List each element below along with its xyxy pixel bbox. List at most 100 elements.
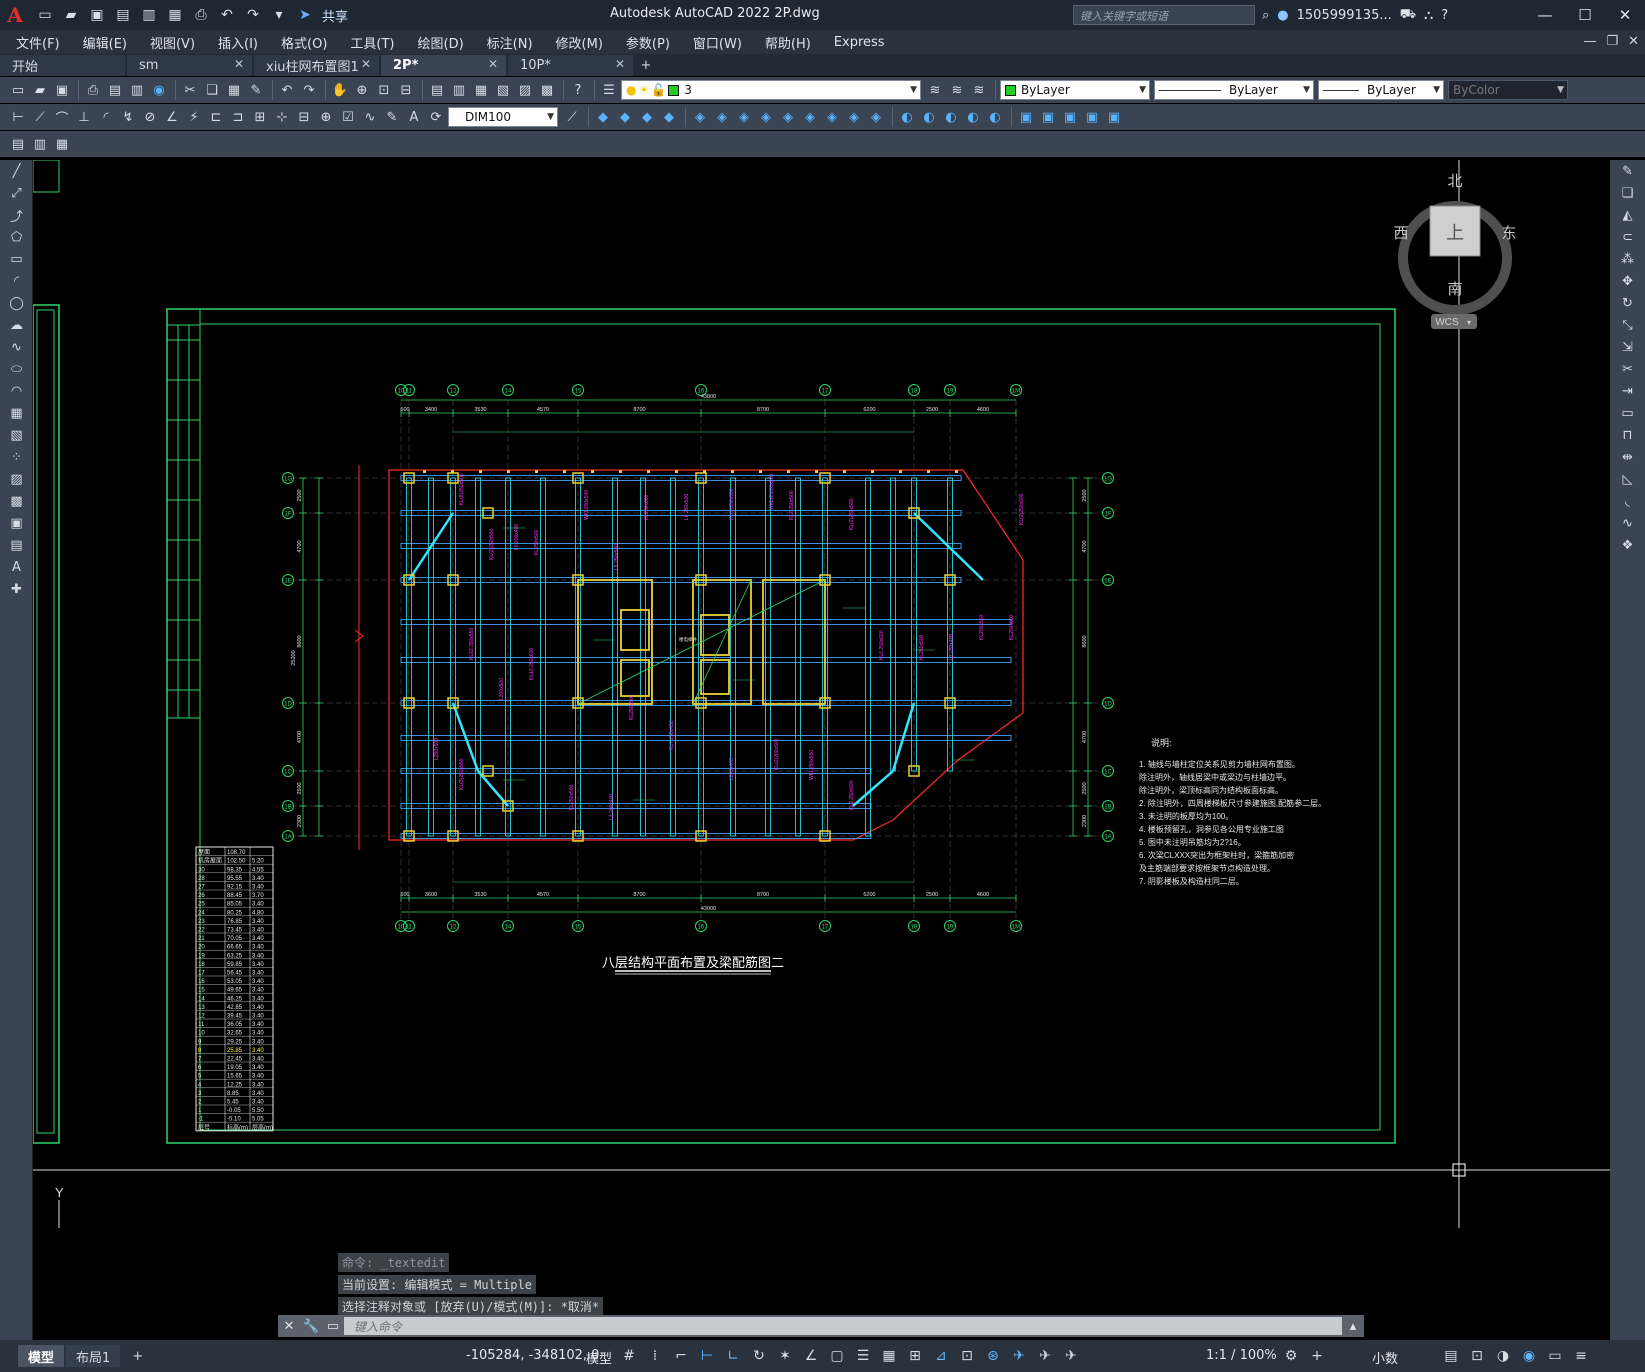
new-icon[interactable]: ▭ (8, 80, 28, 100)
redo-icon[interactable]: ↷ (242, 4, 264, 26)
modify-tool-21-icon[interactable]: ▣ (1060, 107, 1080, 127)
explode-icon[interactable]: ❖ (1610, 534, 1645, 556)
object-snap-icon[interactable]: ▢ (824, 1344, 850, 1368)
preview-icon[interactable]: ▤ (105, 80, 125, 100)
layout1-tab[interactable]: 布局1 (66, 1345, 121, 1367)
undo-icon[interactable]: ↶ (216, 4, 238, 26)
user-account[interactable]: 1505999135... (1297, 8, 1392, 23)
plotstyle-dropdown[interactable]: ByColor ▼ (1448, 80, 1568, 100)
color-dropdown[interactable]: ByLayer ▼ (1000, 80, 1150, 100)
copy-object-icon[interactable]: ❏ (1610, 182, 1645, 204)
recent-commands-icon[interactable]: ▭ (322, 1315, 344, 1337)
tolerance-icon[interactable]: ⊟ (294, 107, 314, 127)
model-space-toggle[interactable]: 模型 (586, 1348, 612, 1367)
tab-sm[interactable]: sm ✕ (127, 55, 252, 76)
search-input[interactable]: 键入关键字或短语 (1073, 5, 1255, 25)
break-at-point-icon[interactable]: ▭ (1610, 402, 1645, 424)
fillet-icon[interactable]: ◟ (1610, 490, 1645, 512)
modify-tool-12-icon[interactable]: ◈ (844, 107, 864, 127)
hardware-acceleration-icon[interactable]: ◉ (1516, 1344, 1542, 1368)
tab-10p[interactable]: 10P* ✕ (508, 55, 633, 76)
array-icon[interactable]: ⁂ (1610, 248, 1645, 270)
customize-wrench-icon[interactable]: 🔧 (300, 1315, 322, 1337)
grid-icon[interactable]: # (616, 1344, 642, 1368)
save-icon[interactable]: ▣ (86, 4, 108, 26)
menu-parametric[interactable]: 参数(P) (626, 33, 670, 52)
publish-icon[interactable]: ▥ (127, 80, 147, 100)
diameter-dim-icon[interactable]: ⊘ (140, 107, 160, 127)
modify-tool-8-icon[interactable]: ◈ (756, 107, 776, 127)
linetype-dropdown[interactable]: ByLayer ▼ (1154, 80, 1314, 100)
ellipse-arc-icon[interactable]: ◠ (0, 380, 33, 402)
insert-block-icon[interactable]: ▦ (0, 402, 33, 424)
tab-xiu[interactable]: xiu柱网布置图1 ✕ (254, 55, 379, 76)
properties-icon[interactable]: ▤ (427, 80, 447, 100)
menu-file[interactable]: 文件(F) (16, 33, 60, 52)
markup-icon[interactable]: ▨ (515, 80, 535, 100)
modify-tool-10-icon[interactable]: ◈ (800, 107, 820, 127)
modify-tool-16-icon[interactable]: ◐ (941, 107, 961, 127)
doc-minimize-icon[interactable]: — (1583, 34, 1596, 49)
arc-icon[interactable]: ◜ (0, 270, 33, 292)
compass-west[interactable]: 西 (1393, 224, 1408, 242)
isolate-objects-icon[interactable]: ◑ (1490, 1344, 1516, 1368)
open-web-icon[interactable]: ▥ (138, 4, 160, 26)
print-icon[interactable]: ⎙ (190, 4, 212, 26)
trim-icon[interactable]: ✂ (1610, 358, 1645, 380)
lineweight-icon[interactable]: ☰ (850, 1344, 876, 1368)
menu-dimension[interactable]: 标注(N) (487, 33, 533, 52)
multiline-text-icon[interactable]: A (0, 556, 33, 578)
auto-scale-icon[interactable]: ✈ (1058, 1344, 1084, 1368)
dim-break-icon[interactable]: ⊹ (272, 107, 292, 127)
minimize-icon[interactable]: — (1525, 0, 1565, 30)
revision-cloud-icon[interactable]: ☁ (0, 314, 33, 336)
dim-style-icon[interactable]: ⟋ (562, 107, 582, 127)
rectangle-icon[interactable]: ▭ (0, 248, 33, 270)
polyline-icon[interactable]: ⤴ (0, 204, 33, 226)
dynamic-ucs-icon[interactable]: ⊡ (954, 1344, 980, 1368)
scale-icon[interactable]: ⤡ (1610, 314, 1645, 336)
lock-ui-icon[interactable]: ⊡ (1464, 1344, 1490, 1368)
menu-window[interactable]: 窗口(W) (693, 33, 742, 52)
cart-icon[interactable]: ⛟ (1400, 7, 1416, 24)
angular-dim-icon[interactable]: ∠ (162, 107, 182, 127)
gizmo-icon[interactable]: ✈ (1006, 1344, 1032, 1368)
join-icon[interactable]: ⇹ (1610, 446, 1645, 468)
close-tab-icon[interactable]: ✕ (234, 57, 244, 71)
mirror-icon[interactable]: ◭ (1610, 204, 1645, 226)
modify-tool-7-icon[interactable]: ◈ (734, 107, 754, 127)
line-icon[interactable]: ╱ (0, 160, 33, 182)
gradient-icon[interactable]: ▩ (0, 490, 33, 512)
calculator-icon[interactable]: ▩ (537, 80, 557, 100)
close-tab-icon[interactable]: ✕ (615, 57, 625, 71)
user-icon[interactable]: ● (1277, 8, 1288, 23)
arc-length-icon[interactable]: ⌒ (52, 107, 72, 127)
compass-east[interactable]: 东 (1501, 224, 1516, 242)
modify-tool-13-icon[interactable]: ◈ (866, 107, 886, 127)
extend-icon[interactable]: ⇥ (1610, 380, 1645, 402)
lineweight-dropdown[interactable]: ByLayer ▼ (1318, 80, 1444, 100)
spline-icon[interactable]: ∿ (0, 336, 33, 358)
block-close-icon[interactable]: ▦ (52, 134, 72, 154)
design-center-icon[interactable]: ▥ (449, 80, 469, 100)
radius-dim-icon[interactable]: ◜ (96, 107, 116, 127)
dim-text-edit-icon[interactable]: A (404, 107, 424, 127)
modify-tool-23-icon[interactable]: ▣ (1104, 107, 1124, 127)
linear-dim-icon[interactable]: ⊢ (8, 107, 28, 127)
zoom-previous-icon[interactable]: ⊟ (396, 80, 416, 100)
pan-icon[interactable]: ✋ (330, 80, 350, 100)
modify-tool-14-icon[interactable]: ◐ (897, 107, 917, 127)
construction-line-icon[interactable]: ⤢ (0, 182, 33, 204)
customization-icon[interactable]: ≡ (1568, 1344, 1594, 1368)
circle-icon[interactable]: ◯ (0, 292, 33, 314)
stretch-icon[interactable]: ⇲ (1610, 336, 1645, 358)
model-tab[interactable]: 模型 (18, 1345, 65, 1367)
3d-osnap-icon[interactable]: ⊿ (928, 1344, 954, 1368)
selection-filter-icon[interactable]: ⊛ (980, 1344, 1006, 1368)
save-icon[interactable]: ▣ (52, 80, 72, 100)
menu-express[interactable]: Express (834, 35, 885, 50)
selection-cycling-icon[interactable]: ⊞ (902, 1344, 928, 1368)
hatch-icon[interactable]: ▨ (0, 468, 33, 490)
menu-edit[interactable]: 编辑(E) (83, 33, 127, 52)
modify-tool-9-icon[interactable]: ◈ (778, 107, 798, 127)
